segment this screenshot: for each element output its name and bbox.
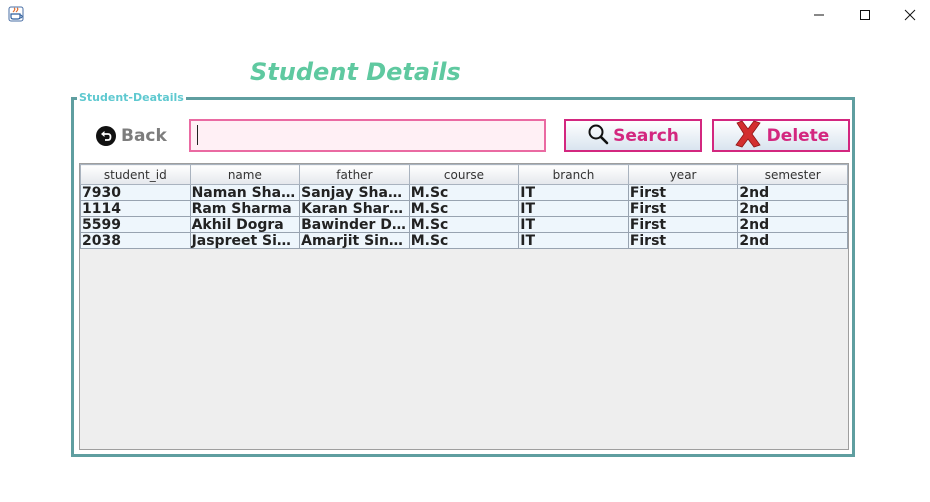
column-header-branch[interactable]: branch [518,164,629,185]
table-body: 7930Naman SharmaSanjay SharmaM.ScITFirst… [80,184,848,249]
table-cell[interactable]: Bawinder Dogra [299,216,410,233]
search-icon [587,123,609,149]
text-caret [197,125,198,145]
table-cell[interactable]: 2nd [737,232,848,249]
table-cell[interactable]: 2038 [80,232,191,249]
column-header-semester[interactable]: semester [737,164,848,185]
search-input[interactable] [189,119,546,152]
column-header-name[interactable]: name [189,164,301,185]
table-cell[interactable]: First [627,232,739,249]
table-row[interactable]: 1114 Ram Sharma Karan Sharma M.Sc IT First 2nd [80,200,848,217]
table-cell[interactable]: Ram Sharma [189,200,301,217]
maximize-button[interactable] [842,0,888,30]
delete-x-icon [733,120,763,152]
table-cell[interactable]: 5599 [80,216,191,233]
table-cell[interactable]: 2nd [737,200,848,217]
search-button[interactable]: Search [564,119,702,152]
table-cell[interactable]: IT [518,216,629,233]
table-header-row: student_id name father course branch year seme… [80,164,848,185]
column-header-father[interactable]: father [299,164,410,185]
table-cell[interactable]: 2nd [737,184,848,201]
table-cell[interactable]: IT [518,232,629,249]
table-cell[interactable]: 2nd [737,216,848,233]
delete-button[interactable]: Delete [712,119,850,152]
delete-label: Delete [766,125,830,146]
table-row[interactable]: 5599Akhil DograBawinder DograM.ScITFirst… [80,216,848,233]
search-label: Search [613,125,679,146]
table-cell[interactable]: First [627,200,739,217]
table-cell[interactable]: Akhil Dogra [189,216,301,233]
table-cell[interactable]: 7930 [80,184,191,201]
close-button[interactable] [887,0,930,30]
page-title: Student Details [250,58,461,86]
table-cell[interactable]: First [627,216,739,233]
table-cell[interactable]: 1114 [80,200,191,217]
minimize-icon [814,14,824,16]
minimize-button[interactable] [796,0,842,30]
table-row[interactable]: 2038 Jaspreet Singh Amarjit Singh M.Sc IT Fir… [80,232,848,249]
table-cell[interactable]: M.Sc [408,216,520,233]
back-label: Back [121,126,167,146]
table-row[interactable]: 7930Naman SharmaSanjay SharmaM.ScITFirst… [80,184,848,201]
table-cell[interactable]: Jaspreet Singh [189,232,301,249]
table-cell[interactable]: M.Sc [408,232,520,249]
table-cell[interactable]: M.Sc [408,200,520,217]
close-icon [904,9,916,21]
column-header-year[interactable]: year [627,164,739,185]
table-cell[interactable]: Sanjay Sharma [299,184,410,201]
table-cell[interactable]: IT [518,184,629,201]
back-arrow-icon [96,126,116,146]
column-header-course[interactable]: course [408,164,520,185]
window-titlebar [0,0,930,30]
maximize-icon [860,10,870,20]
table-cell[interactable]: M.Sc [408,184,520,201]
java-icon [8,6,24,22]
table-cell[interactable]: Naman Sharma [189,184,301,201]
table-cell[interactable]: Karan Sharma [299,200,410,217]
column-header-student-id[interactable]: student_id [80,164,191,185]
back-button[interactable]: Back [96,123,167,149]
student-table[interactable]: student_id name father course branch year seme… [79,163,849,450]
panel-legend: Student-Deatails [77,91,186,104]
table-cell[interactable]: Amarjit Singh [299,232,410,249]
table-cell[interactable]: First [627,184,739,201]
table-cell[interactable]: IT [518,200,629,217]
